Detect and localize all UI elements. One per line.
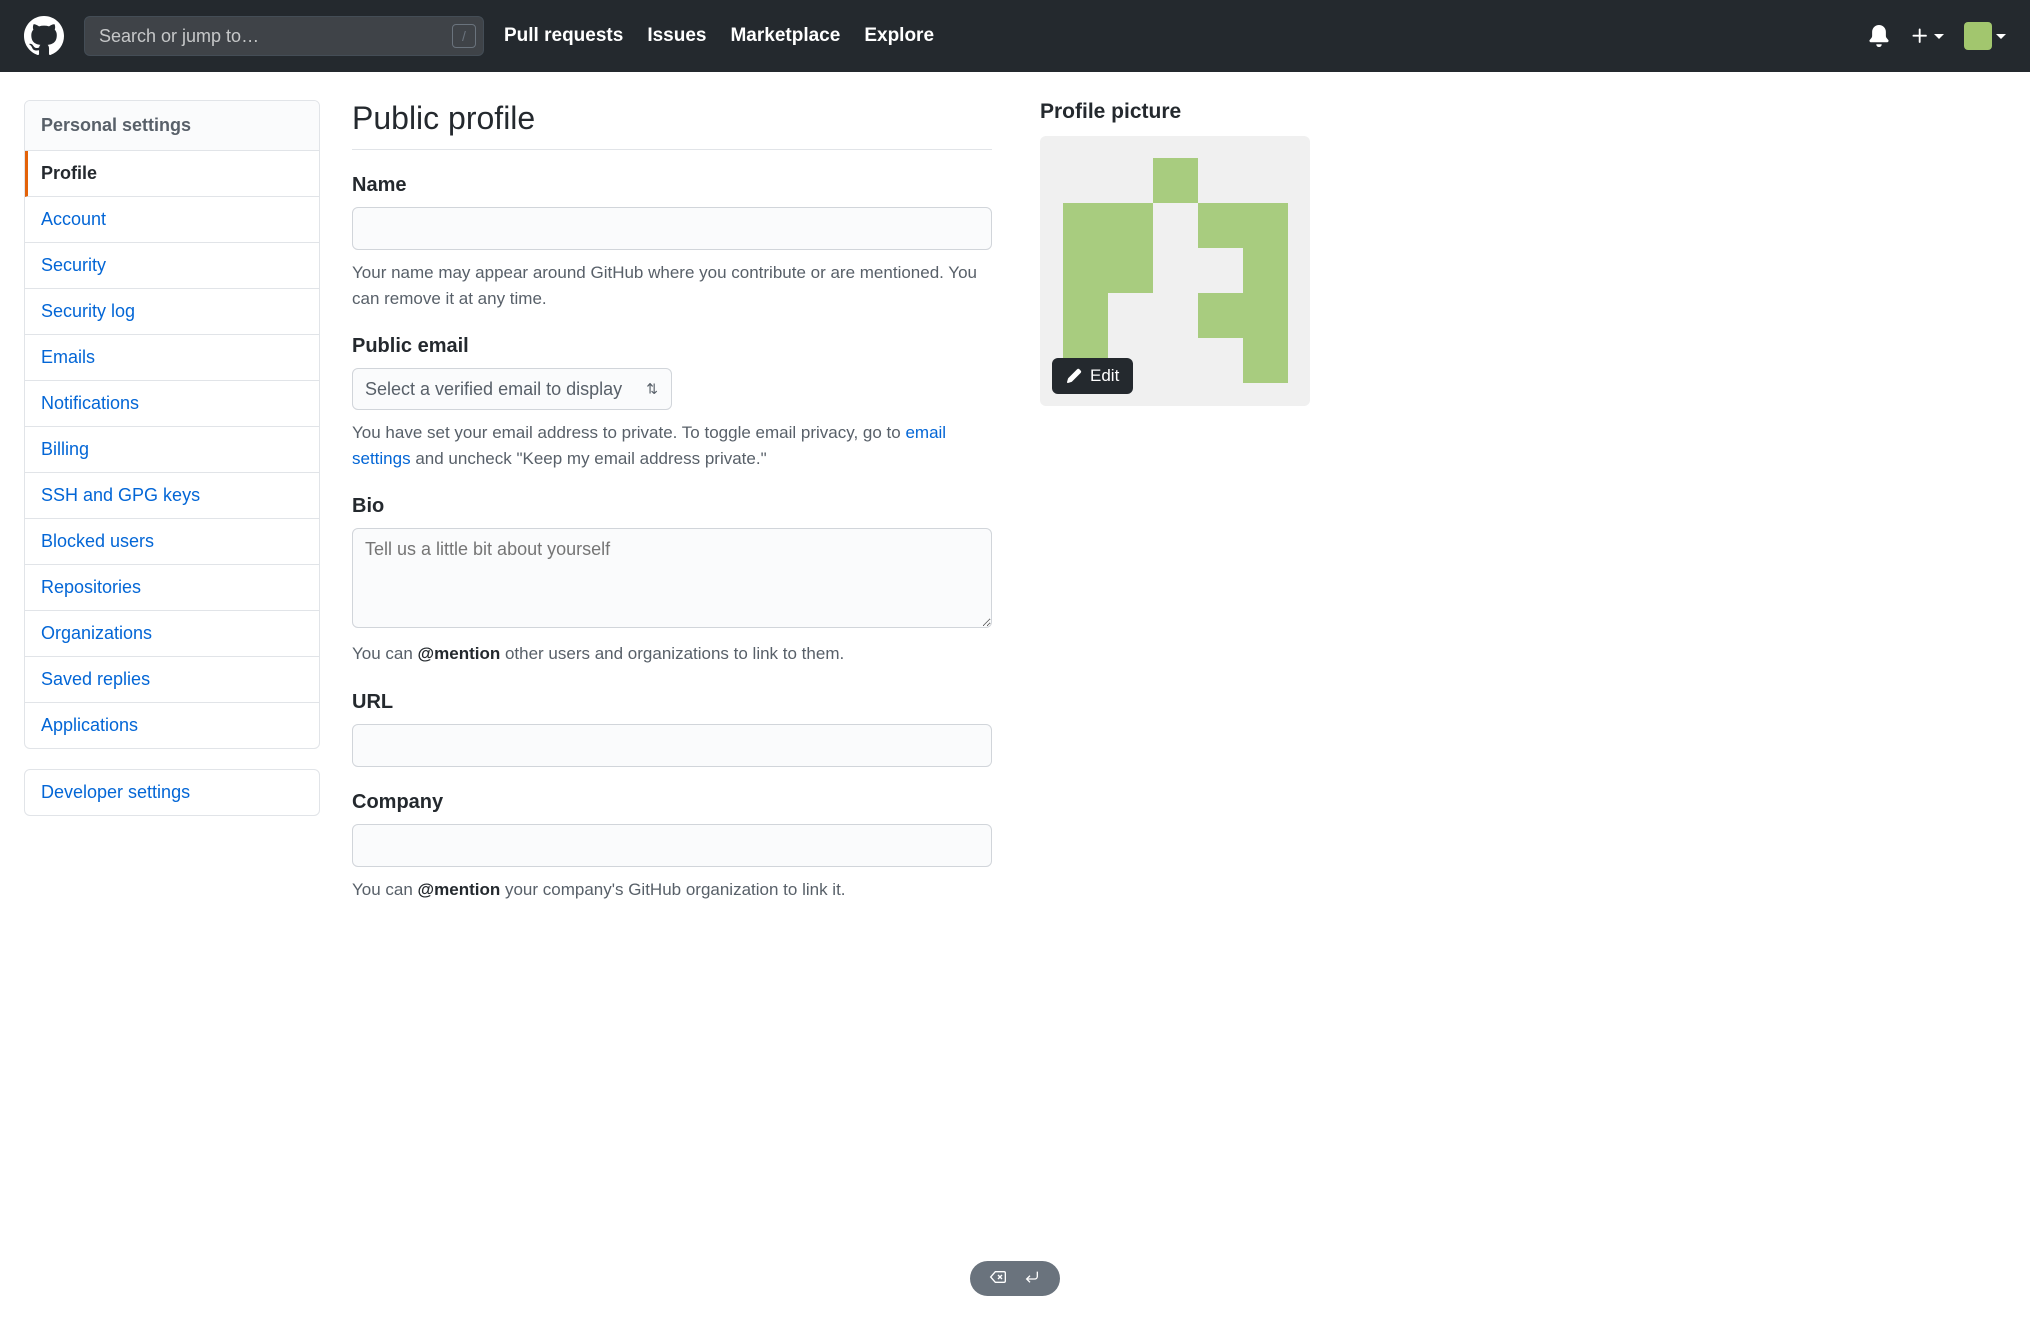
name-note: Your name may appear around GitHub where… <box>352 260 992 311</box>
profile-picture-label: Profile picture <box>1040 100 1310 124</box>
sidebar-item-security-log[interactable]: Security log <box>25 289 319 335</box>
company-note: You can @mention your company's GitHub o… <box>352 877 992 903</box>
bio-note: You can @mention other users and organiz… <box>352 641 992 667</box>
profile-picture: Edit <box>1040 136 1310 406</box>
bio-textarea[interactable] <box>352 528 992 628</box>
bio-group: Bio You can @mention other users and org… <box>352 495 992 667</box>
sidebar-item-emails[interactable]: Emails <box>25 335 319 381</box>
avatar-icon <box>1964 22 1992 50</box>
email-group: Public email Select a verified email to … <box>352 335 992 471</box>
create-new-menu[interactable] <box>1910 26 1944 46</box>
global-header: / Pull requests Issues Marketplace Explo… <box>0 0 2030 72</box>
sidebar-item-ssh-gpg-keys[interactable]: SSH and GPG keys <box>25 473 319 519</box>
nav-issues[interactable]: Issues <box>647 25 706 47</box>
backspace-icon <box>988 1269 1008 1288</box>
developer-settings-menu: Developer settings <box>24 769 320 816</box>
personal-settings-menu: Personal settings Profile Account Securi… <box>24 100 320 749</box>
url-input[interactable] <box>352 724 992 767</box>
nav-pull-requests[interactable]: Pull requests <box>504 25 623 47</box>
name-group: Name Your name may appear around GitHub … <box>352 174 992 311</box>
search-input[interactable] <box>84 16 484 56</box>
sidebar-item-saved-replies[interactable]: Saved replies <box>25 657 319 703</box>
email-label: Public email <box>352 335 992 358</box>
name-input[interactable] <box>352 207 992 250</box>
sidebar-item-blocked-users[interactable]: Blocked users <box>25 519 319 565</box>
chevron-down-icon <box>1996 34 2006 39</box>
url-label: URL <box>352 691 992 714</box>
url-group: URL <box>352 691 992 767</box>
pencil-icon <box>1066 368 1082 384</box>
sidebar-item-developer-settings[interactable]: Developer settings <box>25 770 319 815</box>
name-label: Name <box>352 174 992 197</box>
notifications-icon[interactable] <box>1868 25 1890 47</box>
chevron-down-icon <box>1934 34 1944 39</box>
edit-picture-button[interactable]: Edit <box>1052 358 1133 394</box>
sidebar-item-account[interactable]: Account <box>25 197 319 243</box>
sidebar-item-notifications[interactable]: Notifications <box>25 381 319 427</box>
sidebar-item-repositories[interactable]: Repositories <box>25 565 319 611</box>
company-group: Company You can @mention your company's … <box>352 791 992 903</box>
company-label: Company <box>352 791 992 814</box>
company-input[interactable] <box>352 824 992 867</box>
page-title: Public profile <box>352 100 992 150</box>
email-note: You have set your email address to priva… <box>352 420 992 471</box>
primary-nav: Pull requests Issues Marketplace Explore <box>504 25 934 47</box>
bio-label: Bio <box>352 495 992 518</box>
sidebar-item-billing[interactable]: Billing <box>25 427 319 473</box>
settings-sidebar: Personal settings Profile Account Securi… <box>24 100 320 926</box>
keyboard-hint-pill <box>970 1261 1060 1296</box>
profile-picture-area: Profile picture Edit <box>1040 100 1310 926</box>
slash-hotkey-icon: / <box>452 24 476 48</box>
menu-header: Personal settings <box>25 101 319 151</box>
sidebar-item-organizations[interactable]: Organizations <box>25 611 319 657</box>
sidebar-item-applications[interactable]: Applications <box>25 703 319 748</box>
email-select[interactable]: Select a verified email to display <box>352 368 672 410</box>
sidebar-item-security[interactable]: Security <box>25 243 319 289</box>
nav-marketplace[interactable]: Marketplace <box>730 25 840 47</box>
user-menu[interactable] <box>1964 22 2006 50</box>
sidebar-item-profile[interactable]: Profile <box>25 151 319 197</box>
search-wrapper: / <box>84 16 484 56</box>
return-icon <box>1022 1269 1042 1288</box>
nav-explore[interactable]: Explore <box>864 25 934 47</box>
profile-form: Public profile Name Your name may appear… <box>352 100 992 926</box>
header-right <box>1868 22 2006 50</box>
github-logo-icon[interactable] <box>24 16 64 56</box>
